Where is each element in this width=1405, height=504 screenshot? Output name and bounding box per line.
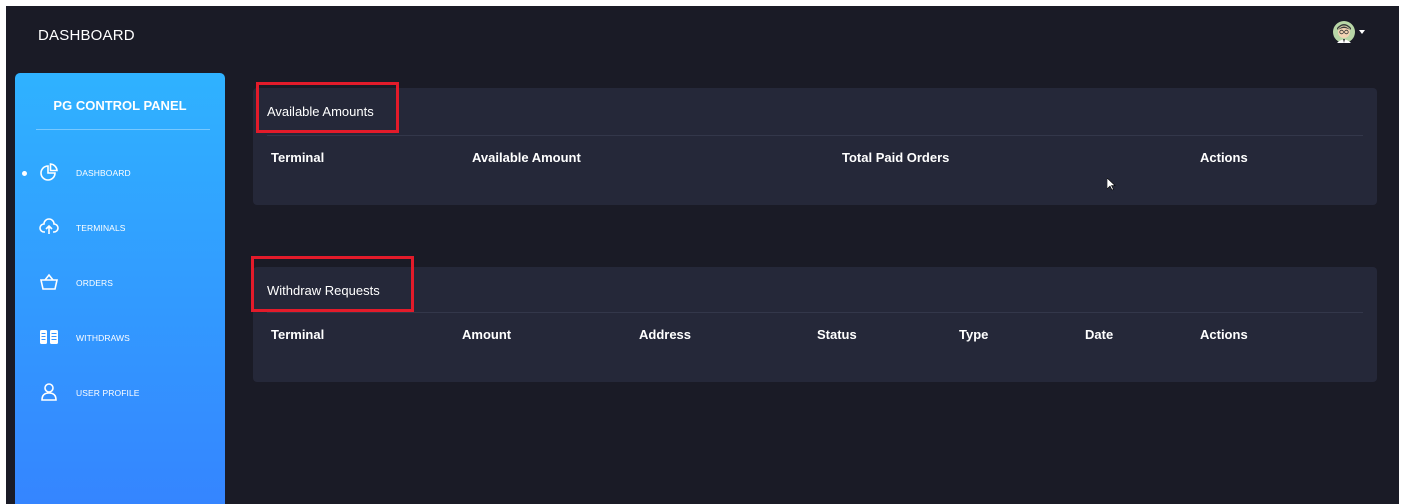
- avatar[interactable]: [1333, 21, 1355, 43]
- card-title: Withdraw Requests: [267, 283, 380, 298]
- column-header: Actions: [1200, 150, 1248, 165]
- card-divider: [267, 312, 1363, 313]
- column-header: Actions: [1200, 327, 1248, 342]
- sidebar-item-label: TERMINALS: [76, 223, 126, 233]
- sidebar-item-orders[interactable]: ORDERS: [15, 269, 225, 297]
- column-header: Address: [639, 327, 692, 342]
- column-header: Amount: [462, 327, 512, 342]
- column-header: Total Paid Orders: [842, 150, 950, 165]
- column-header: Status: [817, 327, 857, 342]
- basket-icon: [40, 273, 58, 290]
- sidebar-item-label: WITHDRAWS: [76, 333, 130, 343]
- sidebar: PG CONTROL PANEL DASHBOARD TERMINALS ORD…: [15, 73, 225, 504]
- mouse-cursor-icon: [1107, 178, 1116, 191]
- cloud-upload-icon: [39, 218, 59, 234]
- sidebar-divider: [36, 129, 210, 130]
- chevron-down-icon[interactable]: [1359, 30, 1365, 34]
- page-title: DASHBOARD: [38, 27, 135, 44]
- app-window: DASHBOARD PG CONTROL PANEL DASHBOARD TER…: [6, 6, 1399, 504]
- sidebar-item-label: ORDERS: [76, 278, 113, 288]
- card-divider: [267, 135, 1363, 136]
- money-stack-icon: [40, 330, 58, 344]
- sidebar-item-user-profile[interactable]: USER PROFILE: [15, 379, 225, 407]
- sidebar-item-dashboard[interactable]: DASHBOARD: [15, 159, 225, 187]
- sidebar-item-label: DASHBOARD: [76, 168, 131, 178]
- column-header: Terminal: [271, 150, 325, 165]
- user-menu[interactable]: [1333, 21, 1365, 43]
- column-header: Type: [959, 327, 989, 342]
- sidebar-brand: PG CONTROL PANEL: [53, 98, 187, 113]
- user-icon: [41, 383, 57, 401]
- column-header: Available Amount: [472, 150, 581, 165]
- column-header: Terminal: [271, 327, 325, 342]
- active-indicator: [22, 171, 27, 176]
- withdraw-requests-card: Withdraw Requests Terminal Amount Addres…: [253, 267, 1377, 382]
- available-amounts-card: Available Amounts Terminal Available Amo…: [253, 88, 1377, 205]
- column-header: Date: [1085, 327, 1114, 342]
- sidebar-item-terminals[interactable]: TERMINALS: [15, 214, 225, 242]
- card-title: Available Amounts: [267, 104, 374, 119]
- pie-chart-icon: [40, 163, 58, 181]
- sidebar-item-withdraws[interactable]: WITHDRAWS: [15, 324, 225, 352]
- sidebar-item-label: USER PROFILE: [76, 388, 140, 398]
